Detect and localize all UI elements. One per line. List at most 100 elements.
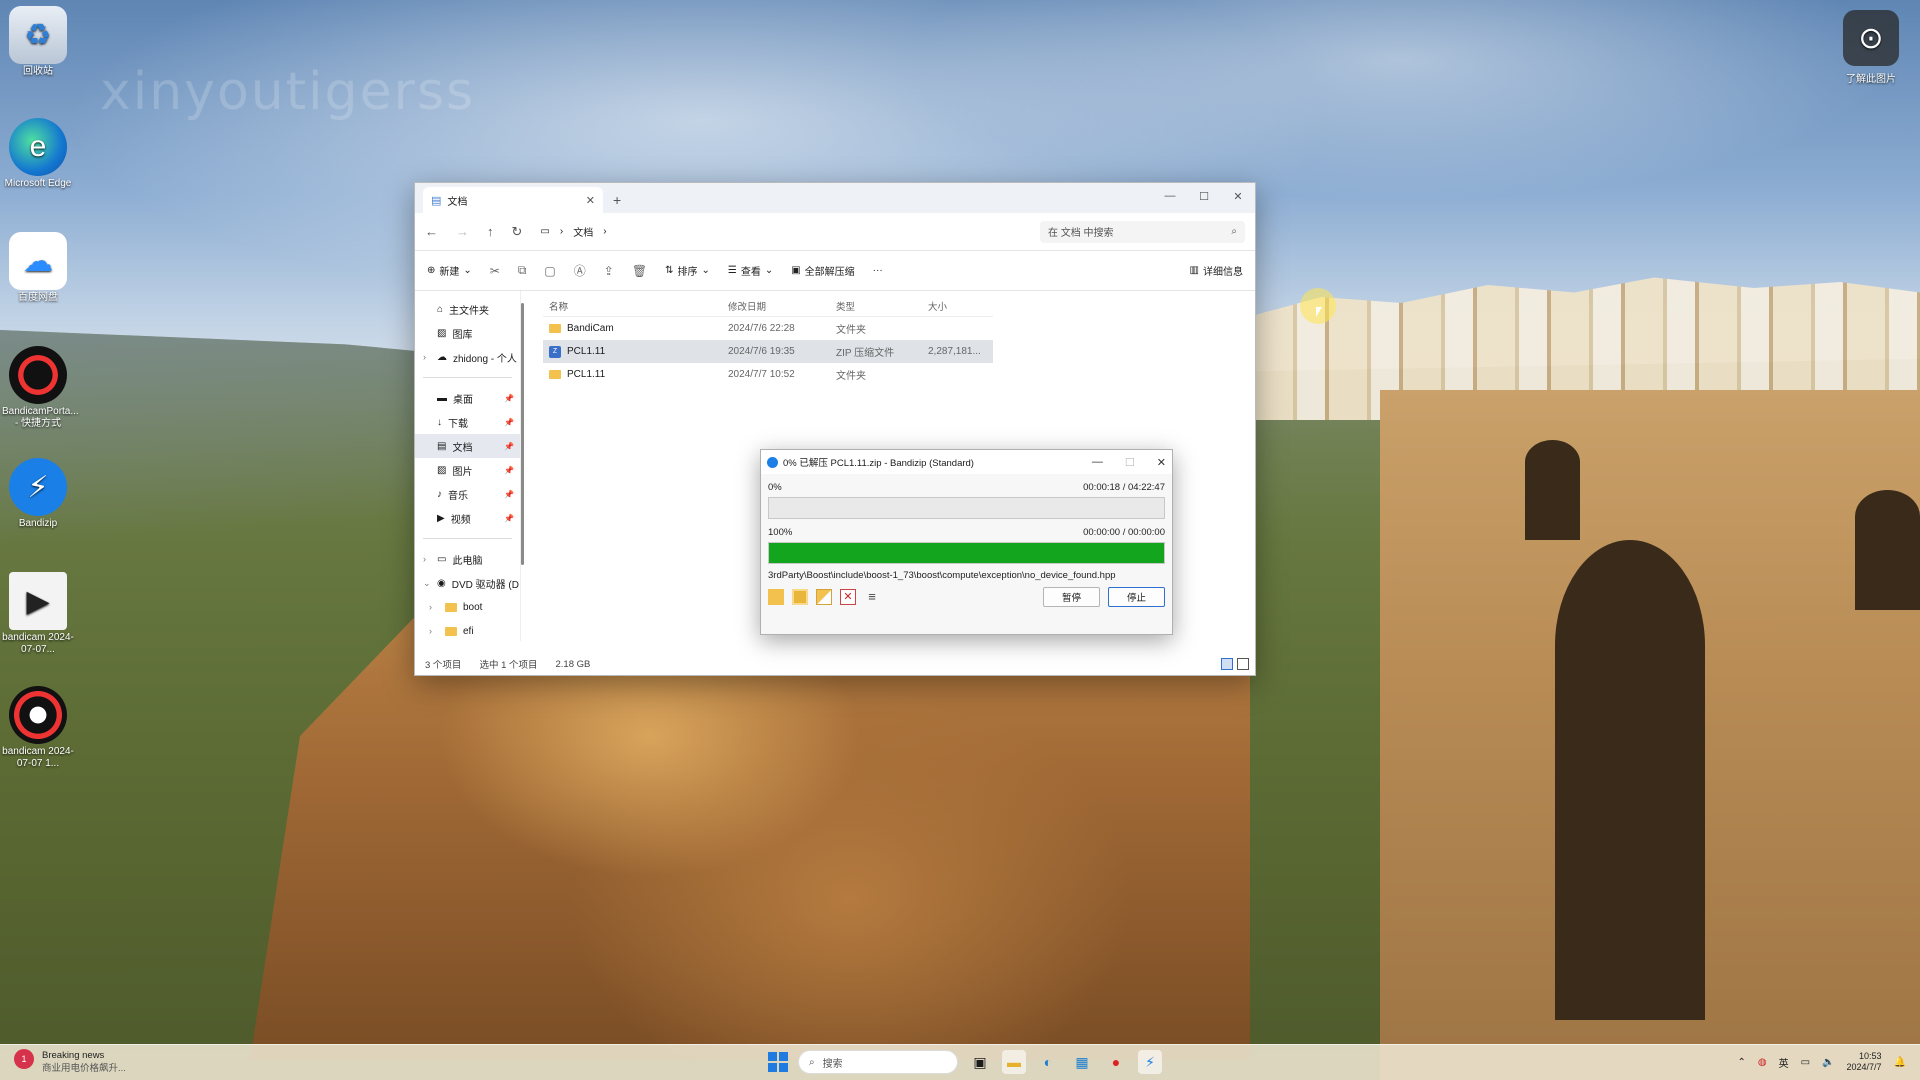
sidebar-item-label: 桌面 [453,394,473,406]
sidebar-item-dvd-drive[interactable]: ⌄ ◉ DVD 驱动器 (D [415,571,520,595]
task-view-icon[interactable]: ▣ [968,1050,992,1074]
volume-icon[interactable]: 🔈 [1822,1057,1834,1068]
view-button[interactable]: ☰ 查看 ⌄ [728,263,773,278]
table-row[interactable]: Z PCL1.11 2024/7/6 19:35 ZIP 压缩文件 2,287,1… [543,340,993,363]
column-header-date[interactable]: 修改日期 [728,299,836,313]
file-explorer-icon[interactable]: ▬ [1002,1050,1026,1074]
sidebar-item-this-pc[interactable]: › ▭ 此电脑 [415,547,520,571]
chevron-right-icon: › [559,226,564,237]
delete-button[interactable]: 🗑 [632,264,647,278]
search-input[interactable]: 在 文档 中搜索 ⌕ [1040,220,1245,243]
chevron-right-icon[interactable]: › [423,554,426,564]
sidebar-item-home[interactable]: ⌂ 主文件夹 [415,297,520,321]
maximize-button[interactable]: ☐ [1187,183,1221,209]
column-header-size[interactable]: 大小 [928,299,993,313]
sidebar-scrollbar[interactable] [521,303,524,565]
back-arrow-icon[interactable]: ← [425,224,438,239]
close-window-button[interactable]: ✕ [1221,183,1255,209]
command-bar: ⊕ 新建 ⌄ ✂ ⧉ ▢ Ⓐ ⇪ 🗑 ⇅ 排序 ⌄ ☰ 查看 ⌄ ▣ 全部解压缩 ··· ▥ 详… [415,251,1255,291]
new-tab-button[interactable]: + [613,192,621,208]
edge-taskbar-icon[interactable]: ◐ [1036,1050,1060,1074]
sort-button[interactable]: ⇅ 排序 ⌄ [665,263,710,278]
bandicam-tool-icon [9,686,67,744]
more-button[interactable]: ··· [873,265,883,276]
desktop-icon-bandicam-portable[interactable]: BandicamPorta... - 快捷方式 [2,346,79,430]
desktop-icon-baidu-netdisk[interactable]: ☁ 百度网盘 [2,232,74,304]
security-icon[interactable]: ◍ [1758,1057,1767,1068]
sidebar-item-desktop[interactable]: ▬ 桌面 📌 [415,386,520,410]
open-archive-icon[interactable] [792,589,808,605]
breadcrumb[interactable]: ▭ › 文档 › [540,224,1022,239]
desktop-icon-bandicam-keygen[interactable]: bandicam 2024-07-07 1... [2,686,74,770]
tab-documents[interactable]: ▤ 文档 ✕ [423,187,603,213]
sidebar-item-gallery[interactable]: ▨ 图库 [415,321,520,345]
sidebar-item-label: 图片 [452,466,473,478]
menu-icon[interactable]: ≡ [864,589,880,605]
divider [423,538,512,539]
pin-icon: 📌 [504,465,514,475]
sidebar-item-pictures[interactable]: ▨ 图片 📌 [415,458,520,482]
news-widget[interactable]: 1 Breaking news 商业用电价格飙升... [14,1049,126,1075]
store-icon[interactable]: ▦ [1070,1050,1094,1074]
share-button[interactable]: ⇪ [604,264,614,278]
delete-archive-icon[interactable]: ✕ [840,589,856,605]
new-button[interactable]: ⊕ 新建 ⌄ [427,263,472,278]
ime-indicator[interactable]: 英 [1779,1055,1789,1070]
desktop-icon-edge[interactable]: e Microsoft Edge [2,118,74,190]
taskbar-search[interactable]: ⌕ 搜索 [798,1050,958,1074]
clock[interactable]: 10:53 2024/7/7 [1847,1051,1882,1073]
sidebar-item-onedrive[interactable]: › ☁ zhidong - 个人 [415,345,520,369]
bandizip-taskbar-icon[interactable]: ⚡ [1138,1050,1162,1074]
learn-about-picture-widget[interactable]: ⊙ 了解此图片 [1836,10,1906,85]
chevron-down-icon[interactable]: ⌄ [423,578,431,589]
disc-icon: ◉ [437,577,446,589]
chevron-right-icon[interactable]: › [429,626,432,636]
desktop-icon-recycle-bin[interactable]: ♻ 回收站 [2,6,74,78]
large-icons-view-icon[interactable] [1237,658,1249,670]
file-date: 2024/7/6 22:28 [728,323,795,334]
stop-button[interactable]: 停止 [1108,587,1165,607]
chevron-right-icon[interactable]: › [429,602,432,612]
desktop-icon-video-file[interactable]: ▶ bandicam 2024-07-07... [2,572,74,656]
rename-button[interactable]: Ⓐ [574,262,586,279]
sidebar-item-videos[interactable]: ▶ 视频 📌 [415,506,520,530]
sidebar-item-boot[interactable]: › boot [415,595,520,619]
close-tab-icon[interactable]: ✕ [586,194,595,207]
computer-icon: ▭ [437,553,447,565]
refresh-icon[interactable]: ↻ [512,224,523,240]
pause-button[interactable]: 暂停 [1043,587,1100,607]
table-row[interactable]: PCL1.11 2024/7/7 10:52 文件夹 [543,363,993,386]
details-button[interactable]: ▥ 详细信息 [1190,263,1243,278]
sidebar-item-downloads[interactable]: ↓ 下载 📌 [415,410,520,434]
new-label: 新建 [439,267,460,278]
details-view-icon[interactable] [1221,658,1233,670]
extract-all-button[interactable]: ▣ 全部解压缩 [791,263,854,278]
bandicam-taskbar-icon[interactable]: ● [1104,1050,1128,1074]
copy-button[interactable]: ⧉ [518,263,527,278]
sidebar-item-efi[interactable]: › efi [415,619,520,643]
table-row[interactable]: BandiCam 2024/7/6 22:28 文件夹 [543,317,993,340]
forward-arrow-icon[interactable]: → [456,224,469,239]
show-hidden-icons-chevron-icon[interactable]: ⌃ [1737,1057,1745,1068]
close-button[interactable]: ✕ [1157,456,1166,469]
maximize-button[interactable]: ☐ [1125,456,1135,469]
sidebar-item-music[interactable]: ♪ 音乐 📌 [415,482,520,506]
chevron-right-icon[interactable]: › [423,352,426,362]
open-folder-icon[interactable] [768,589,784,605]
paste-button[interactable]: ▢ [544,264,555,278]
minimize-button[interactable]: — [1153,183,1187,209]
sidebar-item-documents[interactable]: ▤ 文档 📌 [415,434,520,458]
notification-bell-icon[interactable]: 🔔 [1894,1057,1906,1068]
column-header-name[interactable]: 名称 [543,299,728,313]
start-button[interactable] [768,1052,788,1072]
desktop-icon-bandizip[interactable]: ⚡ Bandizip [2,458,74,530]
breadcrumb-item[interactable]: 文档 [573,224,593,239]
network-icon[interactable]: ▭ [1801,1057,1810,1068]
copy-files-icon[interactable] [816,589,832,605]
cloud-icon: ☁ [437,351,447,363]
up-arrow-icon[interactable]: ↑ [487,224,494,239]
column-header-type[interactable]: 类型 [836,299,928,313]
minimize-button[interactable]: — [1092,456,1103,469]
current-file-path: 3rdParty\Boost\include\boost-1_73\boost\… [768,570,1116,581]
cut-button[interactable]: ✂ [490,264,500,278]
